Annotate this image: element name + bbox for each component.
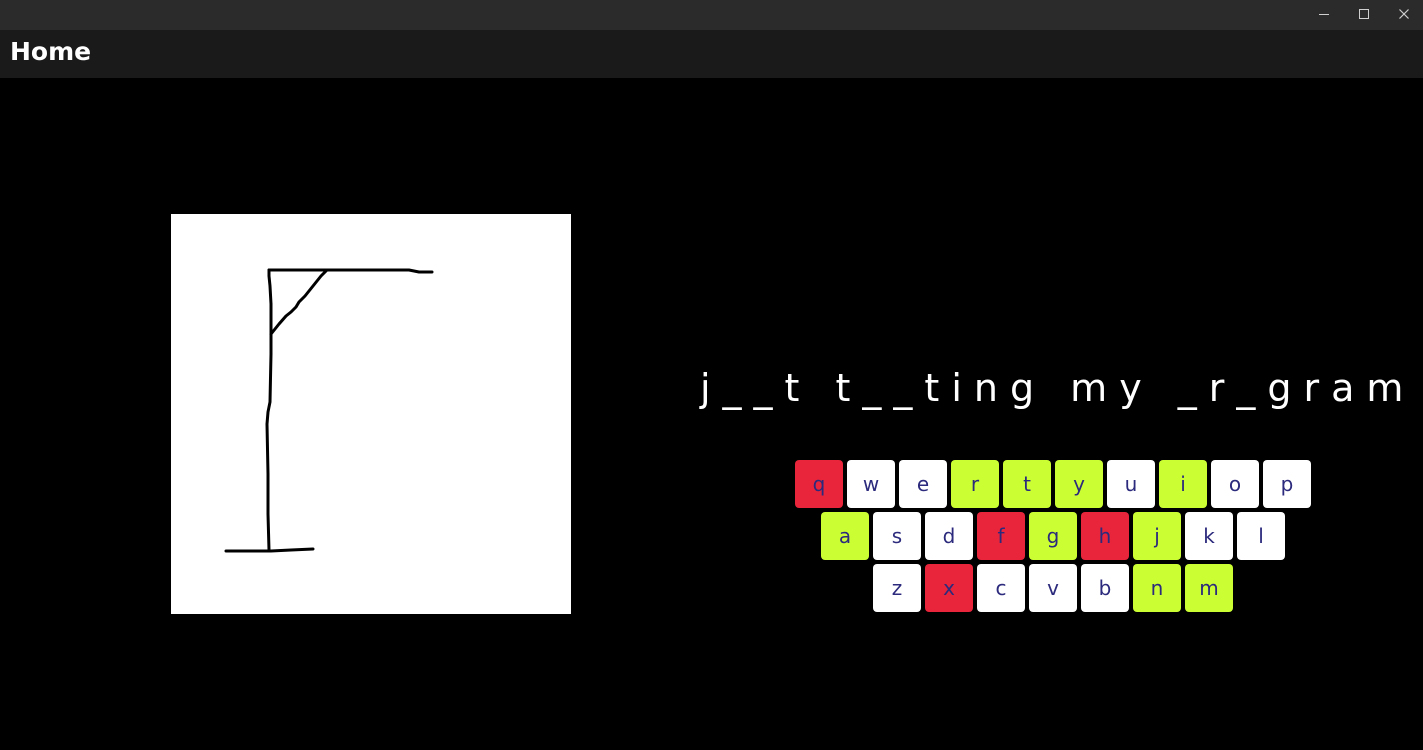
- key-h[interactable]: h: [1081, 512, 1129, 560]
- key-y[interactable]: y: [1055, 460, 1103, 508]
- gallows-pole: [265, 268, 273, 552]
- maximize-icon: [1359, 9, 1369, 19]
- key-w[interactable]: w: [847, 460, 895, 508]
- gallows-brace: [269, 269, 328, 336]
- key-x[interactable]: x: [925, 564, 973, 612]
- key-a[interactable]: a: [821, 512, 869, 560]
- key-q[interactable]: q: [795, 460, 843, 508]
- key-t[interactable]: t: [1003, 460, 1051, 508]
- page-title: Home: [10, 37, 92, 66]
- key-o[interactable]: o: [1211, 460, 1259, 508]
- key-m[interactable]: m: [1185, 564, 1233, 612]
- key-g[interactable]: g: [1029, 512, 1077, 560]
- key-f[interactable]: f: [977, 512, 1025, 560]
- key-v[interactable]: v: [1029, 564, 1077, 612]
- close-icon: [1399, 9, 1409, 19]
- maximize-button[interactable]: [1344, 0, 1384, 28]
- close-button[interactable]: [1384, 0, 1423, 28]
- gallows-beam: [267, 268, 434, 274]
- key-j[interactable]: j: [1133, 512, 1181, 560]
- key-i[interactable]: i: [1159, 460, 1207, 508]
- navigation-header: Home: [0, 30, 1423, 78]
- minimize-button[interactable]: [1304, 0, 1344, 28]
- key-n[interactable]: n: [1133, 564, 1181, 612]
- key-z[interactable]: z: [873, 564, 921, 612]
- key-b[interactable]: b: [1081, 564, 1129, 612]
- key-p[interactable]: p: [1263, 460, 1311, 508]
- key-s[interactable]: s: [873, 512, 921, 560]
- key-c[interactable]: c: [977, 564, 1025, 612]
- key-l[interactable]: l: [1237, 512, 1285, 560]
- key-d[interactable]: d: [925, 512, 973, 560]
- key-k[interactable]: k: [1185, 512, 1233, 560]
- gallows-drawing: [224, 268, 434, 553]
- minimize-icon: [1319, 14, 1329, 15]
- key-r[interactable]: r: [951, 460, 999, 508]
- hangman-canvas: [171, 214, 571, 614]
- word-display: j__t t__ting my _r_gram: [700, 366, 1416, 410]
- key-u[interactable]: u: [1107, 460, 1155, 508]
- key-e[interactable]: e: [899, 460, 947, 508]
- window-titlebar: [0, 0, 1423, 30]
